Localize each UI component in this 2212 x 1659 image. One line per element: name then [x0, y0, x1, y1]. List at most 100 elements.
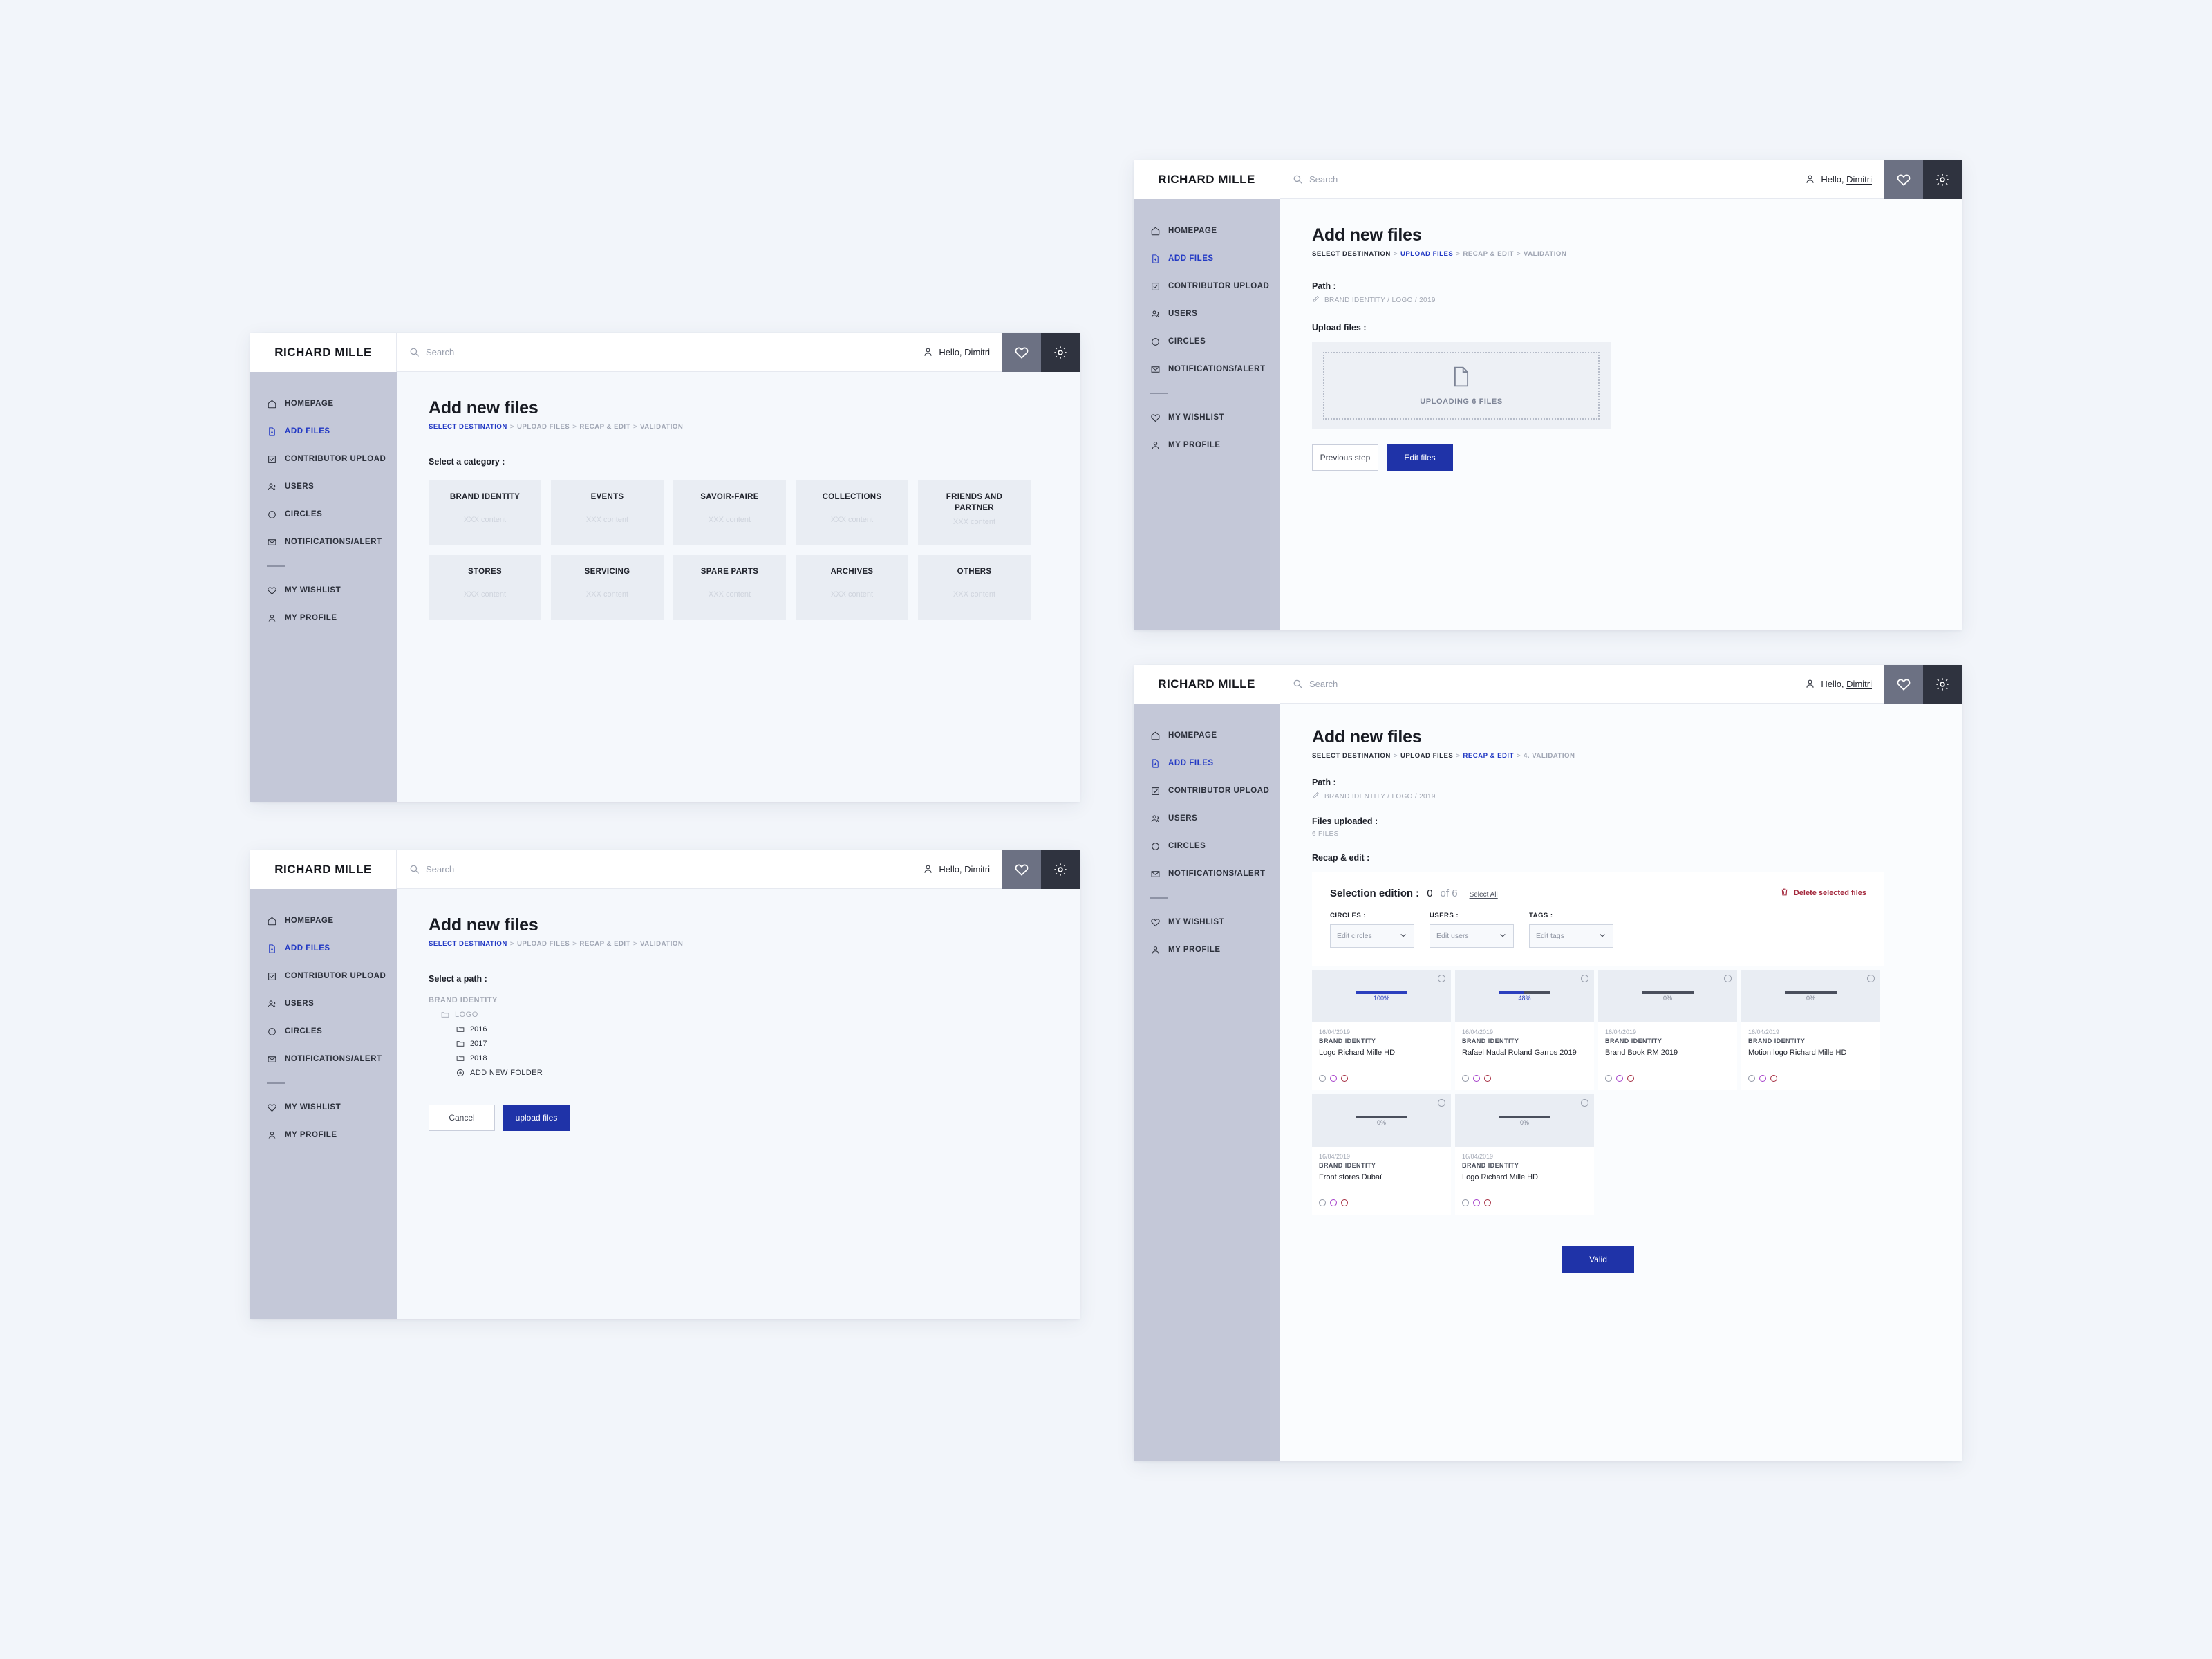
status-dot-gray[interactable]	[1462, 1199, 1469, 1206]
status-dot-purple[interactable]	[1759, 1075, 1766, 1082]
user-greeting[interactable]: Hello, Dimitri	[1805, 679, 1884, 689]
user-greeting[interactable]: Hello, Dimitri	[923, 347, 1002, 357]
breadcrumb-item[interactable]: UPLOAD FILES	[1400, 250, 1453, 258]
search-area[interactable]	[1280, 679, 1805, 689]
sidebar-item-homepage[interactable]: HOMEPAGE	[250, 907, 397, 935]
category-tile[interactable]: STORES XXX content	[429, 555, 541, 620]
path-value-row[interactable]: BRAND IDENTITY / LOGO / 2019	[1312, 791, 1962, 801]
tree-folder-logo[interactable]: LOGO	[441, 1011, 1080, 1019]
status-dot-gray[interactable]	[1319, 1075, 1326, 1082]
sidebar-item-add-files[interactable]: ADD FILES	[250, 935, 397, 962]
file-card[interactable]: 48% 16/04/2019 BRAND IDENTITY Rafael Nad…	[1455, 970, 1594, 1090]
sidebar-item-add-files[interactable]: ADD FILES	[1134, 245, 1280, 272]
sidebar-item-my-wishlist[interactable]: MY WISHLIST	[250, 577, 397, 604]
search-input[interactable]	[426, 347, 647, 357]
status-dot-red[interactable]	[1341, 1199, 1348, 1206]
category-tile[interactable]: EVENTS XXX content	[551, 480, 664, 545]
sidebar-item-users[interactable]: USERS	[250, 990, 397, 1018]
status-dot-red[interactable]	[1627, 1075, 1634, 1082]
status-dot-gray[interactable]	[1462, 1075, 1469, 1082]
previous-step-button[interactable]: Previous step	[1312, 444, 1378, 471]
breadcrumb-item[interactable]: RECAP & EDIT	[579, 423, 630, 431]
search-input[interactable]	[1309, 679, 1530, 689]
tags-select[interactable]: Edit tags	[1529, 924, 1613, 948]
category-tile[interactable]: OTHERS XXX content	[918, 555, 1031, 620]
settings-button[interactable]	[1041, 850, 1080, 889]
sidebar-item-contributor-upload[interactable]: CONTRIBUTOR UPLOAD	[1134, 777, 1280, 805]
category-tile[interactable]: SERVICING XXX content	[551, 555, 664, 620]
settings-button[interactable]	[1923, 160, 1962, 199]
tree-folder-item[interactable]: 2018	[456, 1054, 1080, 1062]
sidebar-item-my-profile[interactable]: MY PROFILE	[1134, 936, 1280, 964]
sidebar-item-circles[interactable]: CIRCLES	[1134, 328, 1280, 355]
breadcrumb-item[interactable]: UPLOAD FILES	[517, 940, 570, 948]
edit-files-button[interactable]: Edit files	[1387, 444, 1453, 471]
file-card[interactable]: 0% 16/04/2019 BRAND IDENTITY Brand Book …	[1598, 970, 1737, 1090]
category-tile[interactable]: SAVOIR-FAIRE XXX content	[673, 480, 786, 545]
category-tile[interactable]: SPARE PARTS XXX content	[673, 555, 786, 620]
category-tile[interactable]: BRAND IDENTITY XXX content	[429, 480, 541, 545]
file-card[interactable]: 0% 16/04/2019 BRAND IDENTITY Front store…	[1312, 1094, 1451, 1215]
category-tile[interactable]: FRIENDS AND PARTNER XXX content	[918, 480, 1031, 545]
file-select-checkbox[interactable]	[1438, 1099, 1445, 1107]
sidebar-item-circles[interactable]: CIRCLES	[1134, 832, 1280, 860]
breadcrumb-item[interactable]: SELECT DESTINATION	[429, 423, 507, 431]
breadcrumb-item[interactable]: SELECT DESTINATION	[1312, 752, 1391, 760]
search-area[interactable]	[1280, 174, 1805, 185]
category-tile[interactable]: COLLECTIONS XXX content	[796, 480, 908, 545]
add-new-folder-button[interactable]: ADD NEW FOLDER	[456, 1069, 1080, 1077]
sidebar-item-users[interactable]: USERS	[1134, 805, 1280, 832]
user-greeting[interactable]: Hello, Dimitri	[923, 864, 1002, 874]
breadcrumb-item[interactable]: VALIDATION	[1524, 250, 1566, 258]
cancel-button[interactable]: Cancel	[429, 1105, 495, 1131]
breadcrumb-item[interactable]: VALIDATION	[640, 940, 683, 948]
sidebar-item-notifications[interactable]: NOTIFICATIONS/ALERT	[250, 528, 397, 556]
sidebar-item-add-files[interactable]: ADD FILES	[250, 418, 397, 445]
status-dot-red[interactable]	[1484, 1199, 1491, 1206]
status-dot-red[interactable]	[1341, 1075, 1348, 1082]
sidebar-item-circles[interactable]: CIRCLES	[250, 1018, 397, 1045]
breadcrumb-item[interactable]: UPLOAD FILES	[517, 423, 570, 431]
file-card[interactable]: 100% 16/04/2019 BRAND IDENTITY Logo Rich…	[1312, 970, 1451, 1090]
settings-button[interactable]	[1923, 665, 1962, 704]
status-dot-purple[interactable]	[1330, 1075, 1337, 1082]
breadcrumb-item[interactable]: RECAP & EDIT	[1463, 752, 1514, 760]
sidebar-item-notifications[interactable]: NOTIFICATIONS/ALERT	[250, 1045, 397, 1073]
upload-dropzone[interactable]: UPLOADING 6 FILES	[1312, 342, 1611, 429]
select-all-link[interactable]: Select All	[1470, 891, 1498, 899]
sidebar-item-homepage[interactable]: HOMEPAGE	[1134, 217, 1280, 245]
sidebar-item-my-profile[interactable]: MY PROFILE	[250, 1121, 397, 1149]
wishlist-button[interactable]	[1002, 850, 1041, 889]
settings-button[interactable]	[1041, 333, 1080, 372]
search-area[interactable]	[397, 864, 923, 874]
breadcrumb-item[interactable]: RECAP & EDIT	[579, 940, 630, 948]
file-select-checkbox[interactable]	[1724, 975, 1732, 982]
wishlist-button[interactable]	[1884, 160, 1923, 199]
file-select-checkbox[interactable]	[1581, 975, 1588, 982]
sidebar-item-homepage[interactable]: HOMEPAGE	[250, 390, 397, 418]
search-input[interactable]	[1309, 174, 1530, 185]
category-tile[interactable]: ARCHIVES XXX content	[796, 555, 908, 620]
circles-select[interactable]: Edit circles	[1330, 924, 1414, 948]
status-dot-gray[interactable]	[1605, 1075, 1612, 1082]
breadcrumb-item[interactable]: UPLOAD FILES	[1400, 752, 1453, 760]
upload-files-button[interactable]: upload files	[503, 1105, 570, 1131]
status-dot-purple[interactable]	[1330, 1199, 1337, 1206]
users-select[interactable]: Edit users	[1430, 924, 1514, 948]
status-dot-purple[interactable]	[1473, 1199, 1480, 1206]
file-select-checkbox[interactable]	[1438, 975, 1445, 982]
sidebar-item-contributor-upload[interactable]: CONTRIBUTOR UPLOAD	[250, 962, 397, 990]
breadcrumb-item[interactable]: VALIDATION	[640, 423, 683, 431]
search-area[interactable]	[397, 347, 923, 357]
breadcrumb-item[interactable]: 4. VALIDATION	[1524, 752, 1575, 760]
status-dot-red[interactable]	[1770, 1075, 1777, 1082]
status-dot-purple[interactable]	[1616, 1075, 1623, 1082]
status-dot-red[interactable]	[1484, 1075, 1491, 1082]
sidebar-item-notifications[interactable]: NOTIFICATIONS/ALERT	[1134, 860, 1280, 888]
breadcrumb-item[interactable]: SELECT DESTINATION	[429, 940, 507, 948]
tree-folder-item[interactable]: 2016	[456, 1025, 1080, 1033]
status-dot-gray[interactable]	[1748, 1075, 1755, 1082]
sidebar-item-my-wishlist[interactable]: MY WISHLIST	[1134, 908, 1280, 936]
file-card[interactable]: 0% 16/04/2019 BRAND IDENTITY Motion logo…	[1741, 970, 1880, 1090]
sidebar-item-my-wishlist[interactable]: MY WISHLIST	[1134, 404, 1280, 431]
